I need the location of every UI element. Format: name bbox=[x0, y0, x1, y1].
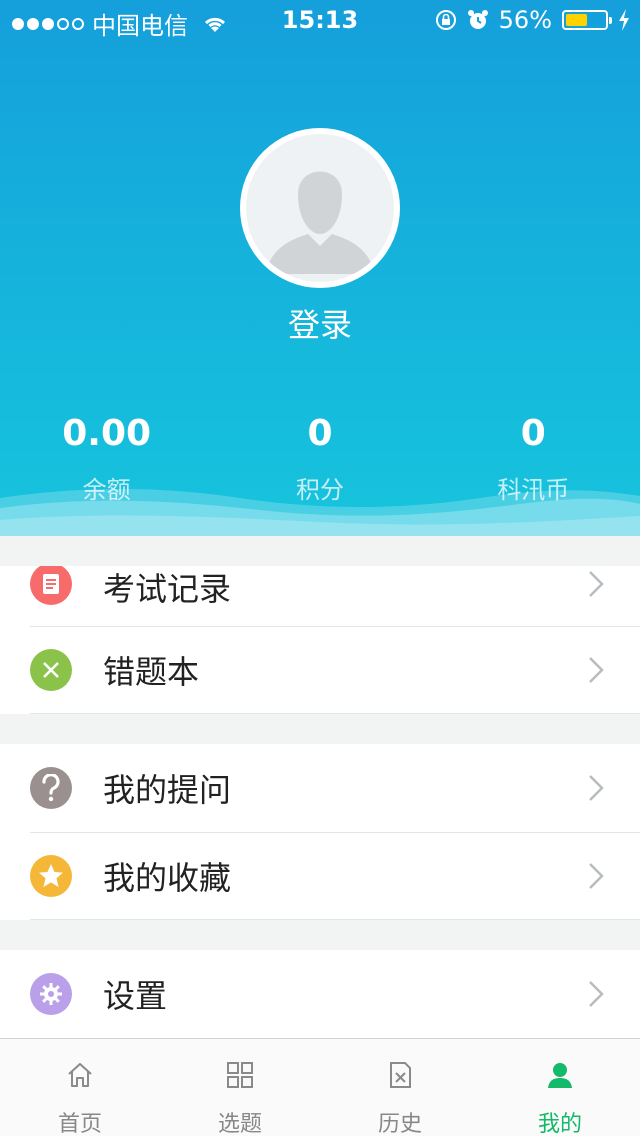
rotation-lock-icon bbox=[435, 10, 456, 30]
chevron-right-icon bbox=[589, 863, 604, 889]
menu-item-my-favorites[interactable]: 我的收藏 bbox=[0, 832, 640, 920]
menu-label: 错题本 bbox=[103, 653, 200, 691]
history-icon bbox=[390, 1062, 411, 1088]
question-icon bbox=[30, 767, 72, 809]
login-button[interactable]: 登录 bbox=[0, 300, 640, 346]
menu-label: 我的收藏 bbox=[103, 859, 232, 897]
chevron-right-icon bbox=[589, 981, 604, 1007]
battery-percent: 56% bbox=[498, 6, 552, 34]
charging-icon bbox=[619, 9, 629, 31]
tab-history[interactable]: 历史 bbox=[320, 1039, 480, 1136]
chevron-right-icon bbox=[589, 775, 604, 801]
battery-icon bbox=[562, 10, 612, 30]
menu-label: 设置 bbox=[103, 977, 168, 1015]
tab-label: 我的 bbox=[537, 1112, 582, 1136]
menu-section-exams: 考试记录 错题本 bbox=[0, 566, 640, 714]
stat-value: 0 bbox=[307, 413, 333, 454]
wave-decoration bbox=[0, 489, 640, 536]
menu-label: 考试记录 bbox=[103, 570, 232, 608]
profile-header: 中国电信 15:13 56% 登录 0.00 余额 0 积分 0 科汛币 bbox=[0, 0, 640, 536]
chevron-right-icon bbox=[589, 571, 604, 597]
user-icon bbox=[548, 1063, 572, 1088]
tab-label: 首页 bbox=[57, 1112, 102, 1136]
menu-item-settings[interactable]: 设置 bbox=[0, 950, 640, 1038]
battery-fill bbox=[566, 14, 588, 26]
tab-select-questions[interactable]: 选题 bbox=[160, 1039, 320, 1136]
grid-icon bbox=[227, 1062, 253, 1088]
menu-item-wrong-questions[interactable]: 错题本 bbox=[0, 626, 640, 714]
document-icon bbox=[30, 566, 72, 605]
star-icon bbox=[30, 855, 72, 897]
tab-label: 选题 bbox=[217, 1112, 262, 1136]
default-avatar-icon bbox=[246, 134, 394, 282]
menu-item-my-questions[interactable]: 我的提问 bbox=[0, 744, 640, 832]
close-icon bbox=[30, 649, 72, 691]
menu-section-personal: 我的提问 我的收藏 bbox=[0, 744, 640, 920]
tab-bar: 首页 选题 历史 我的 bbox=[0, 1038, 640, 1136]
tab-label: 历史 bbox=[377, 1112, 422, 1136]
menu-section-settings: 设置 bbox=[0, 950, 640, 1038]
home-icon bbox=[68, 1063, 92, 1087]
status-bar: 中国电信 15:13 56% bbox=[0, 0, 640, 40]
avatar[interactable] bbox=[240, 128, 400, 288]
menu-item-exam-records[interactable]: 考试记录 bbox=[0, 566, 640, 626]
tab-home[interactable]: 首页 bbox=[0, 1039, 160, 1136]
stat-value: 0 bbox=[520, 413, 546, 454]
stat-value: 0.00 bbox=[62, 413, 152, 454]
gear-icon bbox=[30, 973, 72, 1015]
menu-label: 我的提问 bbox=[103, 771, 232, 809]
alarm-icon bbox=[467, 10, 488, 29]
chevron-right-icon bbox=[589, 657, 604, 683]
status-right: 56% bbox=[435, 6, 630, 34]
tab-mine[interactable]: 我的 bbox=[480, 1039, 640, 1136]
